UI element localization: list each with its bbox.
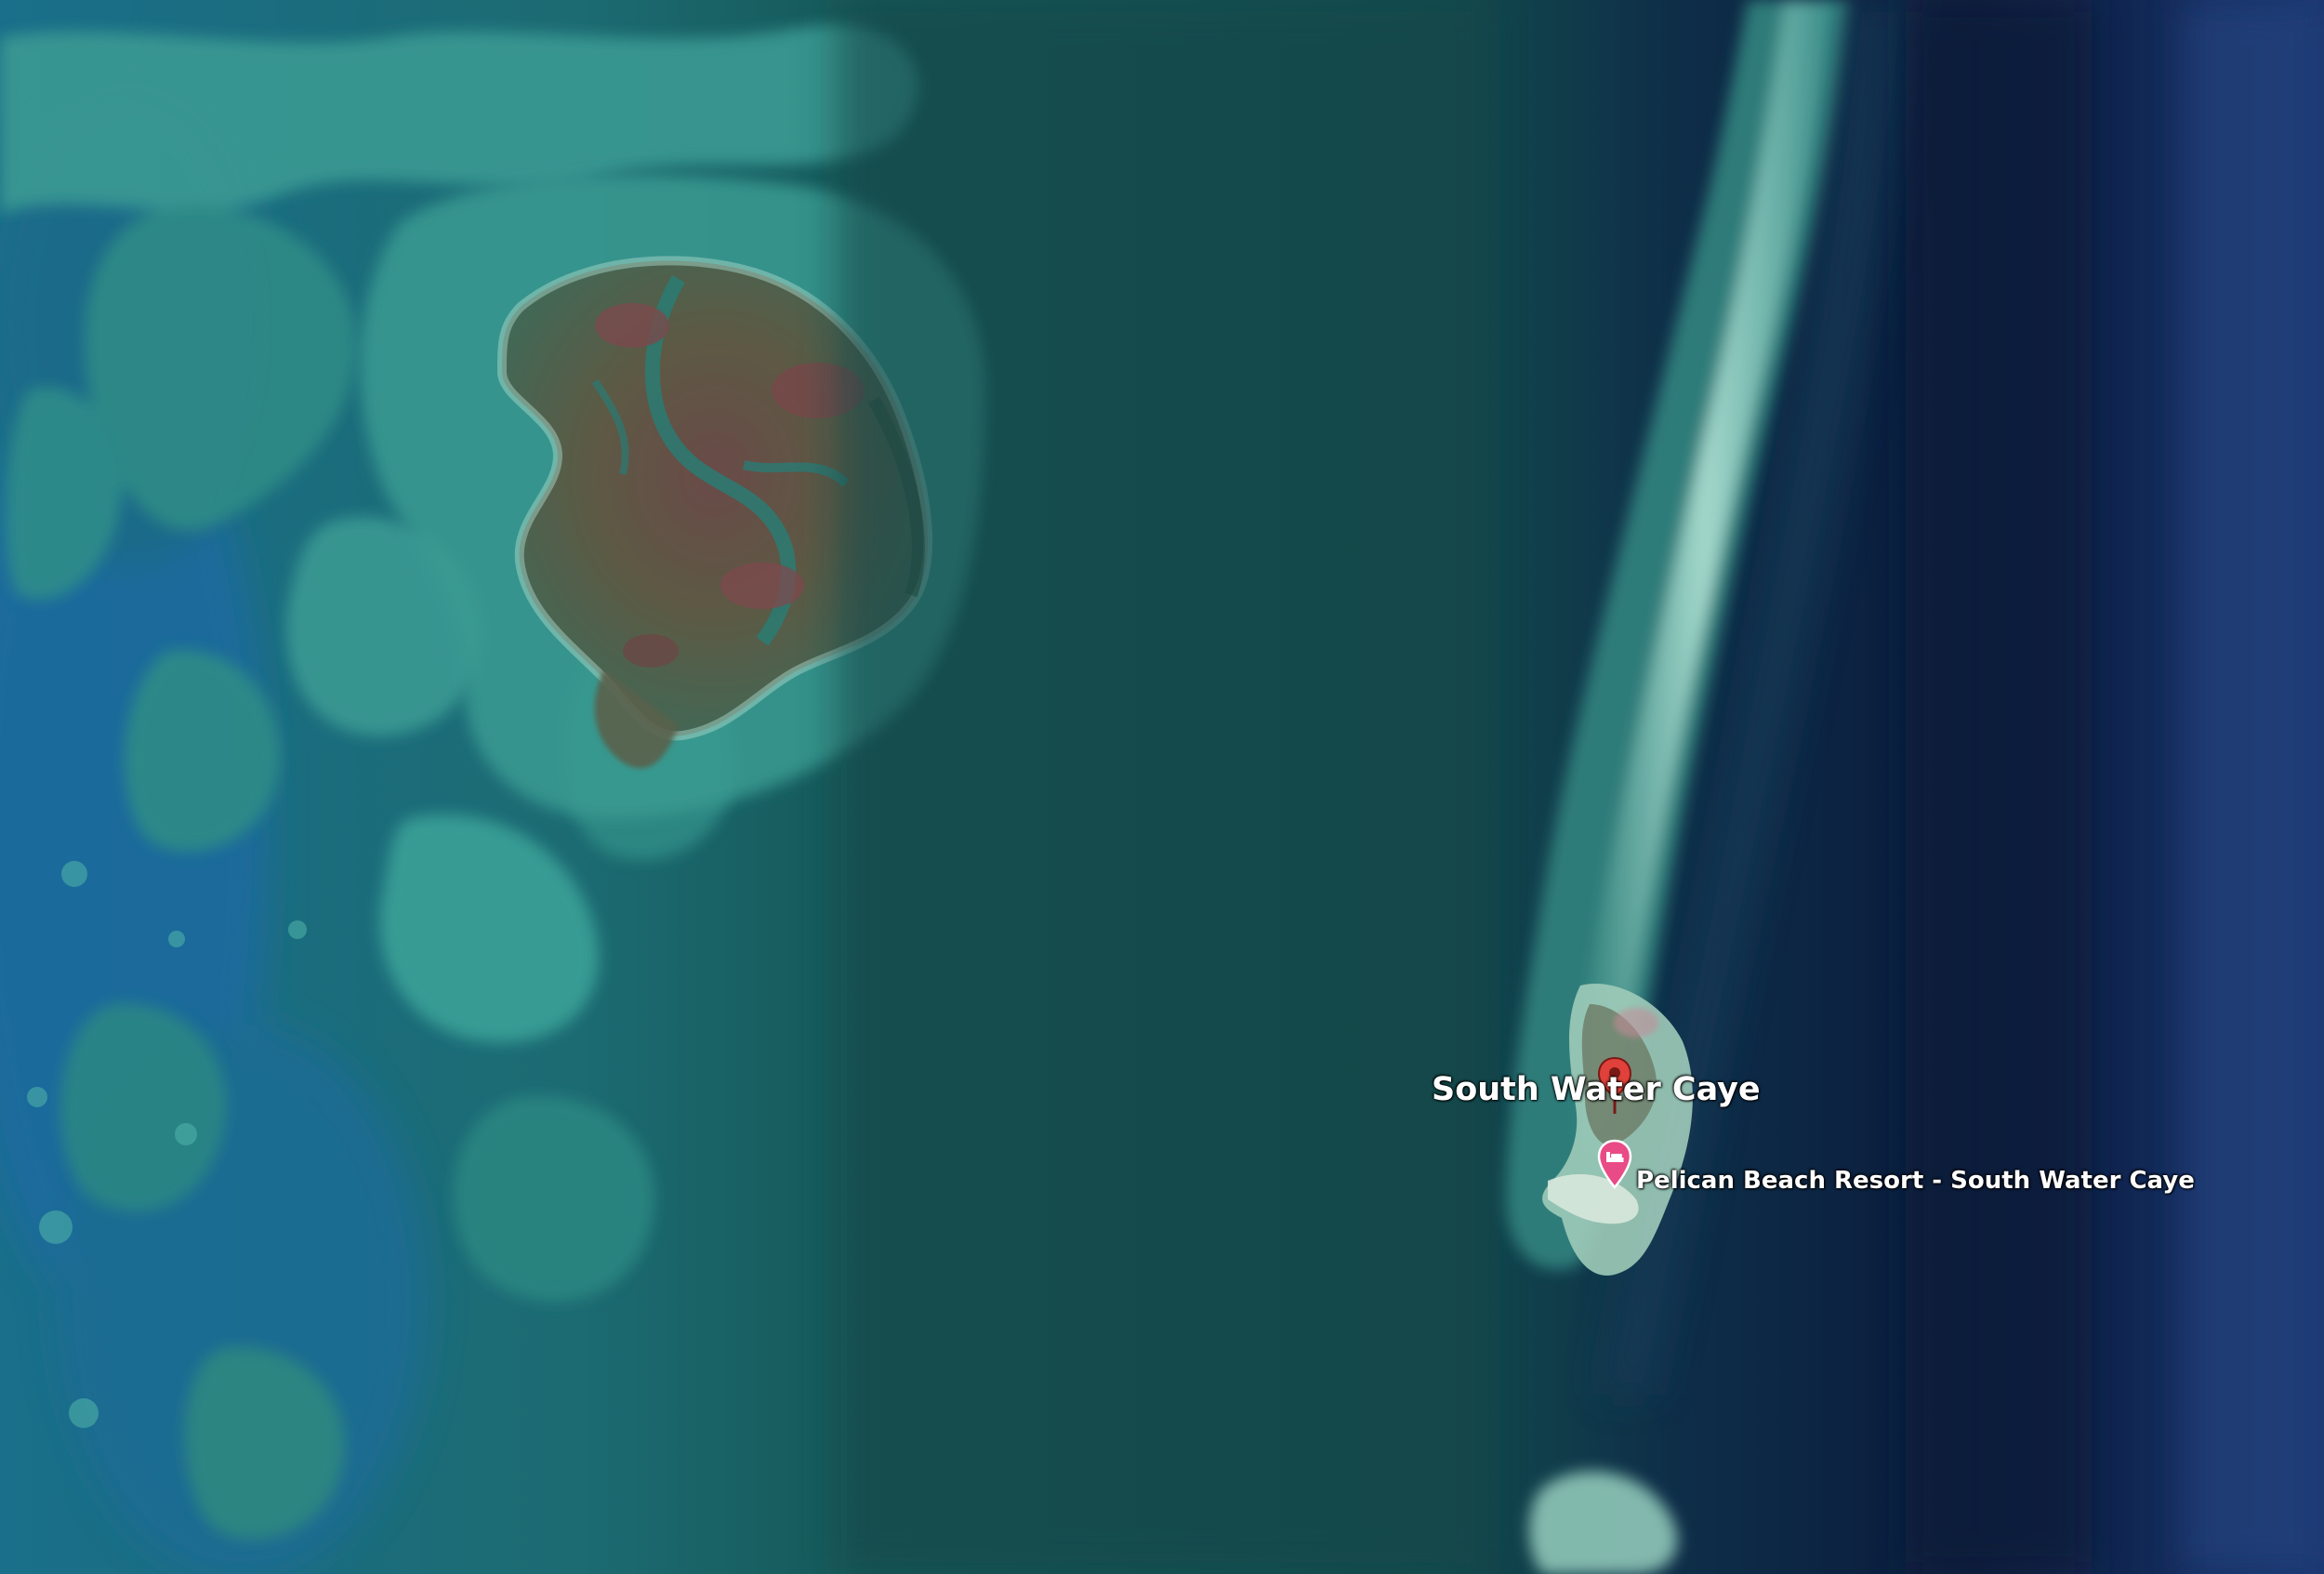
place-label-south-water-caye[interactable]: South Water Caye bbox=[1432, 1071, 1761, 1108]
place-label-pelican-beach-resort[interactable]: Pelican Beach Resort - South Water Caye bbox=[1636, 1167, 2195, 1195]
satellite-imagery bbox=[0, 0, 2324, 1574]
hotel-bed-pin-icon[interactable] bbox=[1596, 1139, 1633, 1196]
satellite-map[interactable]: South Water Caye Pelican Beach Resort - … bbox=[0, 0, 2324, 1574]
